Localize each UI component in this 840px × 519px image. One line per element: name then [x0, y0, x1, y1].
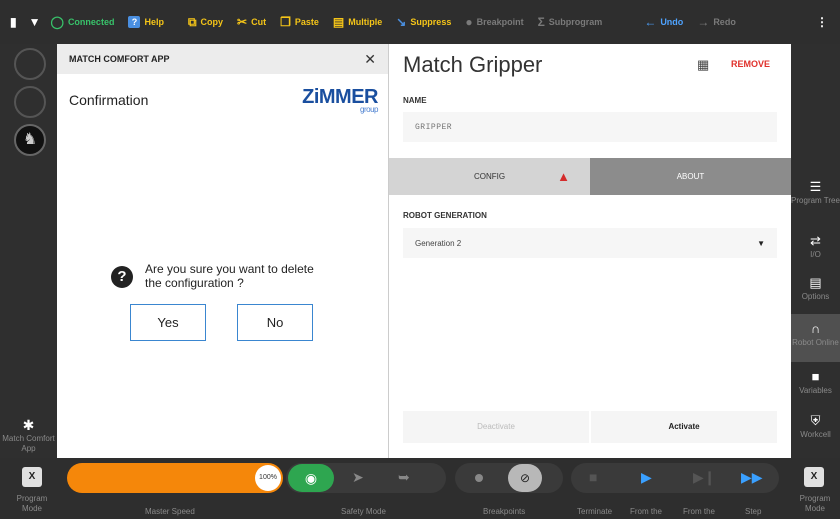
tab-config[interactable]: CONFIG ▲: [389, 158, 590, 195]
caret-down-icon: ▼: [757, 238, 765, 248]
wifi-icon: ▼: [28, 15, 41, 29]
remove-button[interactable]: REMOVE: [731, 59, 770, 69]
undo-button[interactable]: ← Undo: [644, 16, 683, 28]
copy-button[interactable]: ⧉ Copy: [188, 16, 223, 28]
fast-forward-icon[interactable]: ▶▶: [741, 469, 763, 486]
execution-controls: ■ ▶ ▶❙ ▶▶: [571, 463, 779, 493]
paste-icon: ❐: [280, 15, 291, 29]
breakpoints-toggle: ⊘: [455, 463, 563, 493]
program-mode-button[interactable]: X: [22, 467, 42, 487]
breakpoint-icon: ●: [465, 15, 473, 29]
robot-generation-label: ROBOT GENERATION: [403, 211, 487, 220]
dialog-title: Confirmation: [69, 92, 149, 108]
master-speed-label: Master Speed: [145, 507, 195, 516]
lock-icon[interactable]: ▮: [10, 16, 17, 28]
deactivate-button[interactable]: Deactivate: [403, 411, 589, 443]
tab-about[interactable]: ABOUT: [590, 158, 791, 195]
sidebar-item-program-tree[interactable]: ☰ Program Tree: [791, 180, 840, 205]
panel-title: Match Gripper: [403, 52, 543, 77]
master-speed-slider[interactable]: 100%: [67, 463, 283, 493]
multiple-button[interactable]: ▤ Multiple: [333, 16, 382, 28]
program-node-icon[interactable]: [14, 48, 46, 80]
breakpoint-dot-icon[interactable]: [475, 474, 483, 482]
sidebar-item-variables[interactable]: ■ Variables: [791, 370, 840, 395]
step-icon[interactable]: ▶❙: [693, 469, 716, 486]
suppress-icon: ↘: [396, 15, 407, 29]
terminate-label: Terminate: [577, 507, 613, 516]
breakpoints-label: Breakpoints: [483, 507, 526, 516]
multiple-icon: ▤: [332, 15, 345, 29]
program-mode-label: Program Mode: [799, 494, 831, 513]
robot-generation-select[interactable]: Generation 2 ▼: [403, 228, 777, 258]
name-label: NAME: [403, 96, 427, 105]
puzzle-icon: ✱: [22, 417, 35, 433]
safety-mode-label: Safety Mode: [341, 507, 386, 516]
speed-knob[interactable]: 100%: [255, 465, 281, 491]
confirmation-dialog: MATCH COMFORT APP ✕ Confirmation ZiMMER …: [57, 44, 389, 458]
suppress-button[interactable]: ↘ Suppress: [396, 16, 451, 28]
dialog-header: MATCH COMFORT APP ✕: [57, 44, 388, 74]
dialog-header-title: MATCH COMFORT APP: [69, 54, 170, 64]
from-the-label: From the: [683, 507, 716, 516]
play-icon[interactable]: ▶: [641, 469, 652, 486]
program-mode-label: Program Mode: [16, 494, 48, 513]
rabbit-icon[interactable]: ➤: [352, 469, 364, 486]
arrow-right-icon: →: [697, 15, 710, 29]
sidebar-item-options[interactable]: ▤ Options: [791, 276, 840, 301]
connected-status: ◯ Connected: [50, 15, 115, 29]
program-node-icon[interactable]: [14, 86, 46, 118]
program-mode-button[interactable]: X: [804, 467, 824, 487]
breakpoint-disabled-icon[interactable]: ⊘: [508, 464, 542, 492]
no-button[interactable]: No: [237, 304, 313, 341]
stop-icon[interactable]: ■: [589, 469, 597, 485]
confirmation-message: ? Are you sure you want to delete the co…: [111, 262, 315, 290]
match-gripper-panel: Match Gripper ▦ REMOVE NAME CONFIG ▲ ABO…: [389, 44, 791, 458]
sidebar-item-io[interactable]: ⇄ I/O: [791, 234, 840, 259]
step-label: Step: [745, 507, 762, 516]
yes-button[interactable]: Yes: [130, 304, 206, 341]
bottom-bar: X Program Mode 100% Master Speed ◉ ➤ ➥ S…: [0, 458, 840, 519]
help-icon: ?: [128, 16, 141, 28]
confirmation-text: Are you sure you want to delete the conf…: [145, 262, 314, 290]
sidebar-item-robot-online[interactable]: ∩ Robot Online: [791, 314, 840, 362]
left-sidebar: ♞ ✱ Match Comfort App: [0, 44, 57, 458]
robot-icon[interactable]: ♞: [14, 124, 46, 156]
sigma-icon: Σ: [537, 15, 545, 29]
clipboard-icon: ▤: [809, 275, 822, 290]
more-menu-icon[interactable]: ⋮: [816, 16, 828, 28]
right-sidebar: ☰ Program Tree ⇄ I/O ▤ Options ∩ Robot O…: [791, 44, 840, 458]
tab-bar: CONFIG ▲ ABOUT: [389, 158, 791, 195]
subprogram-button[interactable]: Σ Subprogram: [538, 16, 603, 28]
top-toolbar: ▮ ▼ ◯ Connected ? Help ⧉ Copy ✂ Cut ❐ Paste ▤…: [0, 0, 840, 44]
match-comfort-app-label: Match Comfort App: [2, 434, 55, 453]
breakpoint-button[interactable]: ● Breakpoint: [465, 16, 523, 28]
redo-button[interactable]: → Redo: [697, 16, 736, 28]
name-input[interactable]: [403, 112, 777, 142]
activate-button[interactable]: Activate: [591, 411, 777, 443]
scissors-icon: ✂: [237, 15, 248, 29]
question-icon: ?: [111, 266, 133, 288]
arrow-left-icon: ←: [644, 15, 657, 29]
turtle-icon[interactable]: ◉: [288, 464, 334, 492]
paste-button[interactable]: ❐ Paste: [280, 16, 319, 28]
help-button[interactable]: ? Help: [128, 16, 164, 28]
sidebar-item-workcell[interactable]: ⛨ Workcell: [791, 414, 840, 439]
safety-mode-selector: ◉ ➤ ➥: [286, 463, 446, 493]
list-icon: ☰: [809, 179, 822, 194]
shield-icon: ⛨: [810, 413, 821, 428]
zimmer-logo: ZiMMER group: [302, 86, 378, 114]
cheetah-icon[interactable]: ➥: [398, 469, 410, 486]
grid-icon[interactable]: ▦: [697, 57, 709, 73]
warning-icon: ▲: [557, 169, 570, 184]
match-comfort-app-button[interactable]: ✱ Match Comfort App: [0, 417, 57, 454]
from-the-label: From the: [630, 507, 663, 516]
copy-icon: ⧉: [187, 15, 197, 29]
close-icon[interactable]: ✕: [364, 51, 376, 68]
cut-button[interactable]: ✂ Cut: [237, 16, 266, 28]
robot-arm-icon: ∩: [810, 321, 821, 336]
io-icon: ⇄: [810, 233, 821, 248]
variables-icon: ■: [811, 369, 820, 384]
connected-icon: ◯: [50, 15, 64, 29]
